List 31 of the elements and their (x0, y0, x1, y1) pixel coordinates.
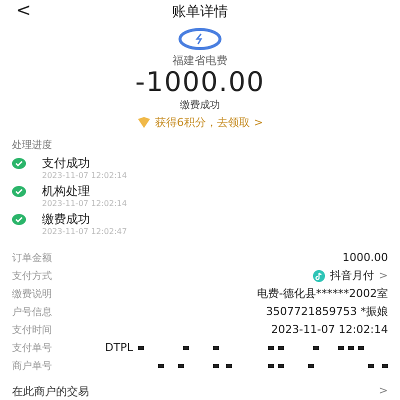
detail-label: 订单金额 (12, 252, 52, 264)
back-button[interactable]: < (16, 0, 32, 21)
amount: -1000.00 (135, 68, 265, 98)
detail-value: DTPL (105, 341, 133, 354)
page-title: 账单详情 (172, 3, 228, 21)
chevron-right: > (378, 384, 388, 399)
step-label: 机构处理 (42, 184, 91, 199)
chevron-right: > (254, 116, 264, 129)
detail-value: 3507721859753 *振娘 (266, 304, 388, 319)
detail-label: 支付时间 (12, 324, 52, 336)
detail-label: 缴费说明 (12, 288, 52, 300)
payment-method-link[interactable]: 抖音月付 (330, 268, 374, 283)
step-label: 缴费成功 (42, 212, 91, 227)
detail-value: 电费-德化县******2002室 (257, 286, 388, 301)
step-time: 2023-11-07 12:02:14 (42, 199, 127, 209)
section-title: 处理进度 (12, 138, 53, 152)
music-note-icon (312, 270, 325, 282)
detail-label: 商户单号 (12, 360, 52, 372)
detail-value: 2023-11-07 12:02:14 (271, 323, 388, 336)
detail-label: 支付单号 (12, 342, 52, 354)
detail-label: 支付方式 (12, 270, 52, 282)
detail-value: 1000.00 (342, 251, 388, 264)
step-time: 2023-11-07 12:02:14 (42, 171, 127, 181)
lightning-cloud-icon (178, 28, 222, 50)
step-time: 2023-11-07 12:02:47 (42, 227, 127, 237)
payment-status: 缴费成功 (180, 98, 220, 112)
step-label: 支付成功 (42, 156, 91, 171)
detail-label: 户号信息 (12, 306, 52, 318)
chevron-right: > (378, 269, 388, 282)
merchant-name: 福建省电费 (172, 53, 228, 68)
merchant-transactions-link[interactable]: 在此商户的交易 (12, 384, 89, 399)
